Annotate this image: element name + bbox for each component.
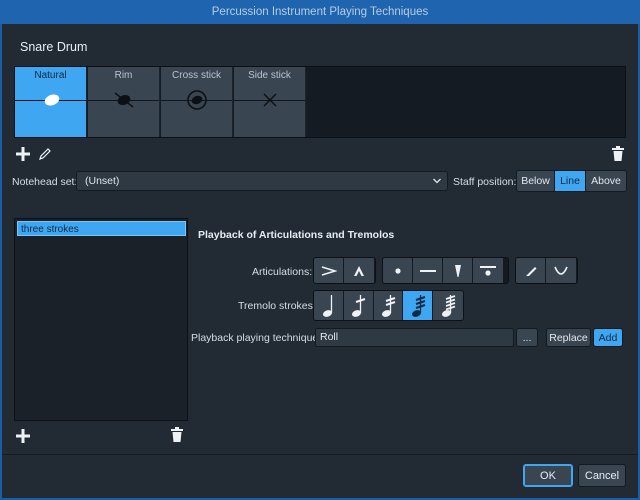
list-item[interactable]: three strokes [17,221,186,236]
cancel-button[interactable]: Cancel [578,464,626,487]
staccato-icon[interactable] [383,258,413,283]
articulations-group-accents [313,257,376,284]
dialog-window: Percussion Instrument Playing Techniques… [0,0,640,500]
stroke-list: three strokes [14,218,188,421]
x-oval-notehead-icon [114,92,134,108]
window-title: Percussion Instrument Playing Techniques [0,0,640,24]
footer-divider [2,454,638,455]
tenuto-staccato-icon[interactable] [473,258,503,283]
chevron-down-icon [433,178,441,184]
browse-technique-button[interactable]: ... [516,328,538,347]
add-button[interactable]: Add [593,328,623,347]
tenuto-icon[interactable] [413,258,443,283]
tremolo-1-stroke-icon[interactable] [343,291,374,320]
staff-position-below[interactable]: Below [517,171,555,191]
staff-position-above[interactable]: Above [586,171,626,191]
filled-oval-notehead-icon [44,94,60,106]
tremolo-strokes-label: Tremolo strokes: [238,300,316,312]
add-stroke-icon[interactable] [14,427,32,445]
staff-position-label: Staff position: [453,176,517,188]
notehead-set-value: (Unset) [85,175,120,187]
playback-technique-input[interactable]: Roll [315,328,514,347]
staff-position-line[interactable]: Line [555,171,586,191]
technique-tile-side-stick[interactable]: Side stick [234,67,306,137]
staccatissimo-icon[interactable] [443,258,473,283]
tremolo-4-strokes-icon[interactable] [433,291,463,320]
add-technique-icon[interactable] [14,145,32,163]
articulations-label: Articulations: [252,266,313,278]
tremolo-strokes-group [313,290,464,321]
tremolo-3-strokes-icon[interactable] [403,291,434,320]
pencil-icon[interactable] [36,145,54,163]
delete-stroke-icon[interactable] [168,426,186,444]
notehead-set-label: Notehead set: [12,176,78,188]
stress-icon[interactable] [516,258,546,283]
circled-notehead-icon [187,90,207,110]
marcato-icon[interactable] [344,258,374,283]
articulations-group-staccato [382,257,509,284]
no-tremolo-icon[interactable] [314,291,344,320]
replace-button[interactable]: Replace [546,328,591,347]
playback-title: Playback of Articulations and Tremolos [198,229,395,241]
ok-button[interactable]: OK [523,464,573,487]
unstress-icon[interactable] [546,258,576,283]
articulations-group-stress [515,257,578,284]
technique-tile-natural[interactable]: Natural [15,67,87,137]
delete-technique-icon[interactable] [609,145,627,163]
staff-position-segmented: Below Line Above [516,170,627,192]
tremolo-2-strokes-icon[interactable] [373,291,404,320]
x-notehead-icon [263,93,277,107]
playback-technique-label: Playback playing technique: [191,332,322,344]
instrument-name: Snare Drum [20,40,88,54]
technique-tile-cross-stick[interactable]: Cross stick [161,67,233,137]
technique-tile-strip: Natural Rim Cross stick Side stick [14,66,626,138]
technique-tile-rim[interactable]: Rim [88,67,160,137]
accent-icon[interactable] [314,258,344,283]
notehead-set-dropdown[interactable]: (Unset) [76,171,448,191]
dialog-body: Snare Drum Natural Rim Cross stick Side … [2,24,638,498]
